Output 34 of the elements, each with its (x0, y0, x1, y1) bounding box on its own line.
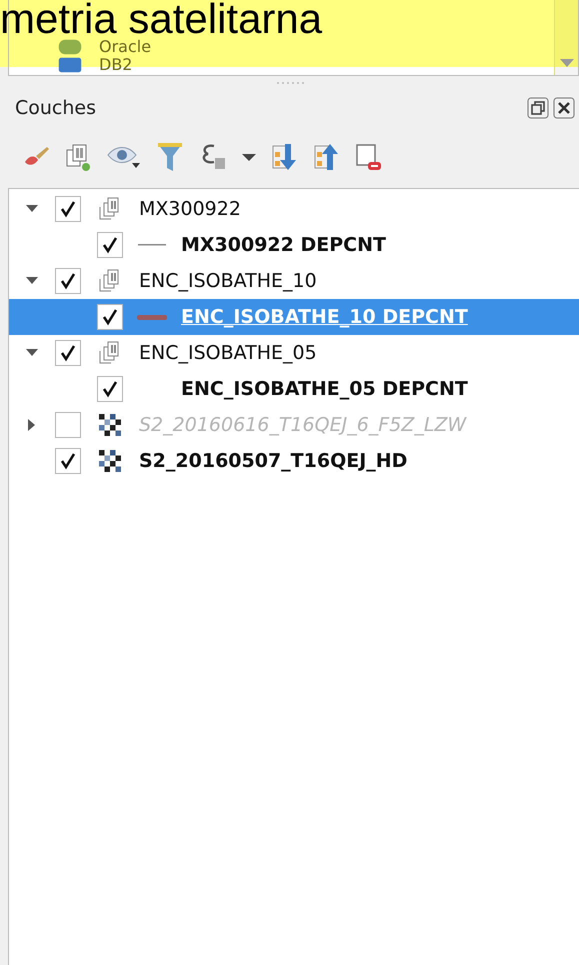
panel-title: Couches (15, 97, 96, 119)
expand-all-icon[interactable] (270, 142, 298, 172)
checkbox[interactable] (55, 412, 81, 438)
collapse-arrow-icon[interactable] (26, 349, 38, 357)
layer-name[interactable]: ENC_ISOBATHE_10 (139, 269, 317, 293)
caption: metria satelitarna (0, 0, 322, 38)
checkbox[interactable] (55, 340, 81, 366)
checkbox[interactable] (55, 196, 81, 222)
collapse-all-icon[interactable] (312, 142, 340, 172)
layer-name[interactable]: MX300922 DEPCNT (181, 233, 386, 257)
float-icon[interactable] (527, 97, 549, 119)
checkbox[interactable] (55, 448, 81, 474)
layer-name[interactable]: ENC_ISOBATHE_05 DEPCNT (181, 377, 468, 401)
layer-name[interactable]: ENC_ISOBATHE_05 (139, 341, 317, 365)
layer-group-icon (99, 197, 121, 221)
collapse-arrow-icon[interactable] (26, 205, 38, 213)
close-icon[interactable] (553, 97, 575, 119)
checkbox[interactable] (97, 232, 123, 258)
raster-icon (99, 414, 121, 436)
layer-group-icon (99, 269, 121, 293)
collapse-arrow-icon[interactable] (26, 277, 38, 285)
layer-group-icon (99, 341, 121, 365)
scrollbar[interactable] (554, 0, 578, 75)
remove-layer-icon[interactable] (354, 142, 384, 172)
layer-name[interactable]: S2_20160507_T16QEJ_HD (139, 449, 408, 473)
layer-name[interactable]: MX300922 (139, 197, 241, 221)
caret-icon[interactable] (242, 152, 256, 162)
add-group-icon[interactable] (64, 142, 92, 172)
raster-icon (99, 450, 121, 472)
checkbox[interactable] (97, 376, 123, 402)
checkbox[interactable] (97, 304, 123, 330)
browser-item[interactable]: Oracle (99, 38, 152, 56)
checkbox[interactable] (55, 268, 81, 294)
expand-arrow-icon[interactable] (28, 419, 36, 431)
